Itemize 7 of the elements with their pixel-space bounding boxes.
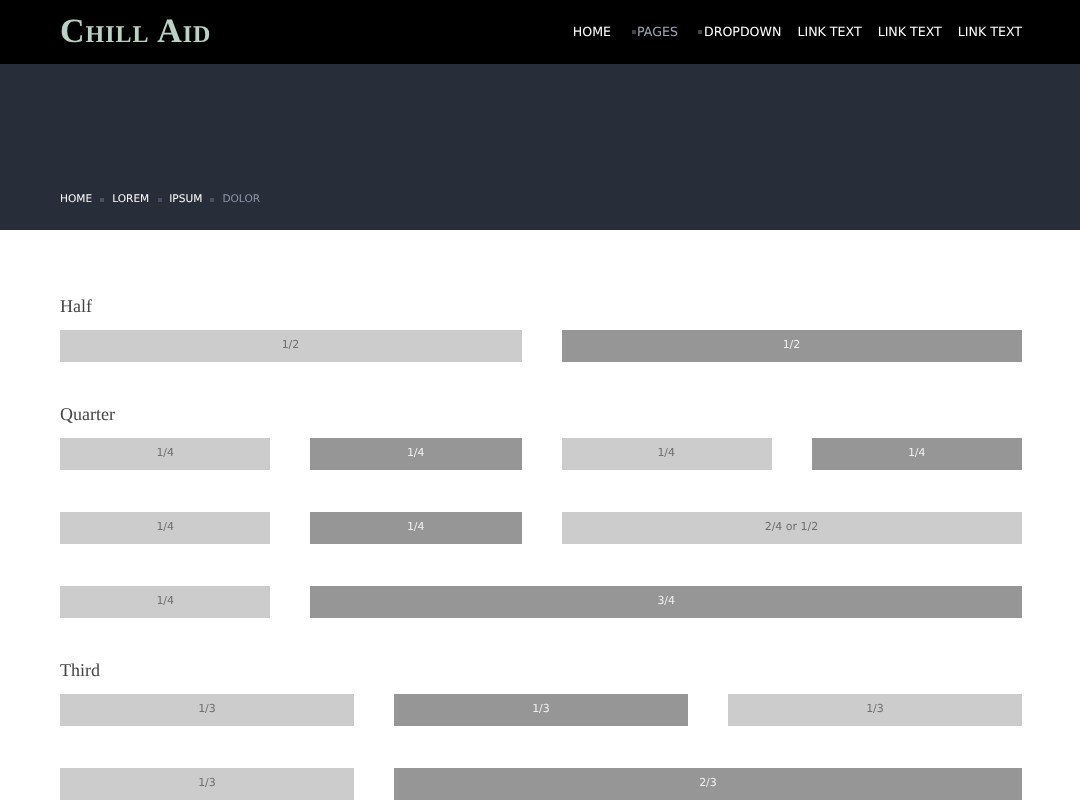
section-heading: Half — [60, 296, 94, 316]
separator-icon — [100, 198, 105, 202]
logo[interactable]: Chill Aid — [60, 12, 212, 52]
section-heading: Quarter — [60, 404, 117, 424]
section-heading: Third — [60, 660, 102, 680]
separator-icon — [210, 198, 215, 202]
separator-icon — [157, 198, 162, 202]
